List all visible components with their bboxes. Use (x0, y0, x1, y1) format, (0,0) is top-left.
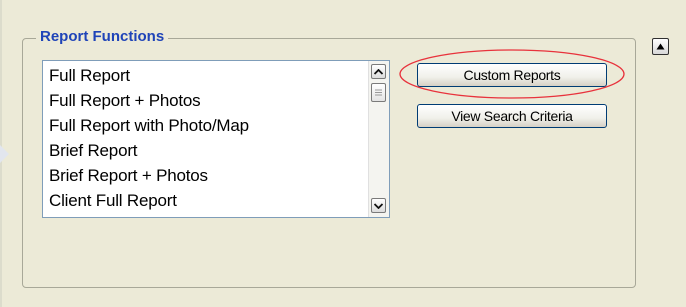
scroll-down-arrow-icon (374, 202, 383, 209)
list-item[interactable]: Full Report + Photos (49, 88, 371, 113)
list-item[interactable]: Brief Report (49, 138, 371, 163)
grip-icon (375, 89, 382, 96)
triangle-up-icon (656, 43, 665, 50)
view-search-criteria-button[interactable]: View Search Criteria (417, 104, 607, 128)
report-listbox[interactable]: Full Report Full Report + Photos Full Re… (42, 60, 390, 218)
collapse-button[interactable] (652, 38, 669, 55)
list-item[interactable]: Full Report with Photo/Map (49, 113, 371, 138)
group-title: Report Functions (36, 27, 169, 47)
scroll-up-arrow-icon (374, 68, 383, 75)
report-list: Full Report Full Report + Photos Full Re… (43, 61, 371, 213)
scroll-down-button[interactable] (371, 198, 386, 213)
list-item[interactable]: Client Full Report (49, 188, 371, 213)
scroll-thumb[interactable] (371, 83, 386, 102)
highlight-ellipse (399, 49, 625, 99)
side-arrow-icon (0, 142, 9, 166)
list-item[interactable]: Full Report (49, 63, 371, 88)
list-item[interactable]: Brief Report + Photos (49, 163, 371, 188)
vertical-scrollbar[interactable] (368, 61, 389, 217)
scroll-up-button[interactable] (371, 64, 386, 79)
